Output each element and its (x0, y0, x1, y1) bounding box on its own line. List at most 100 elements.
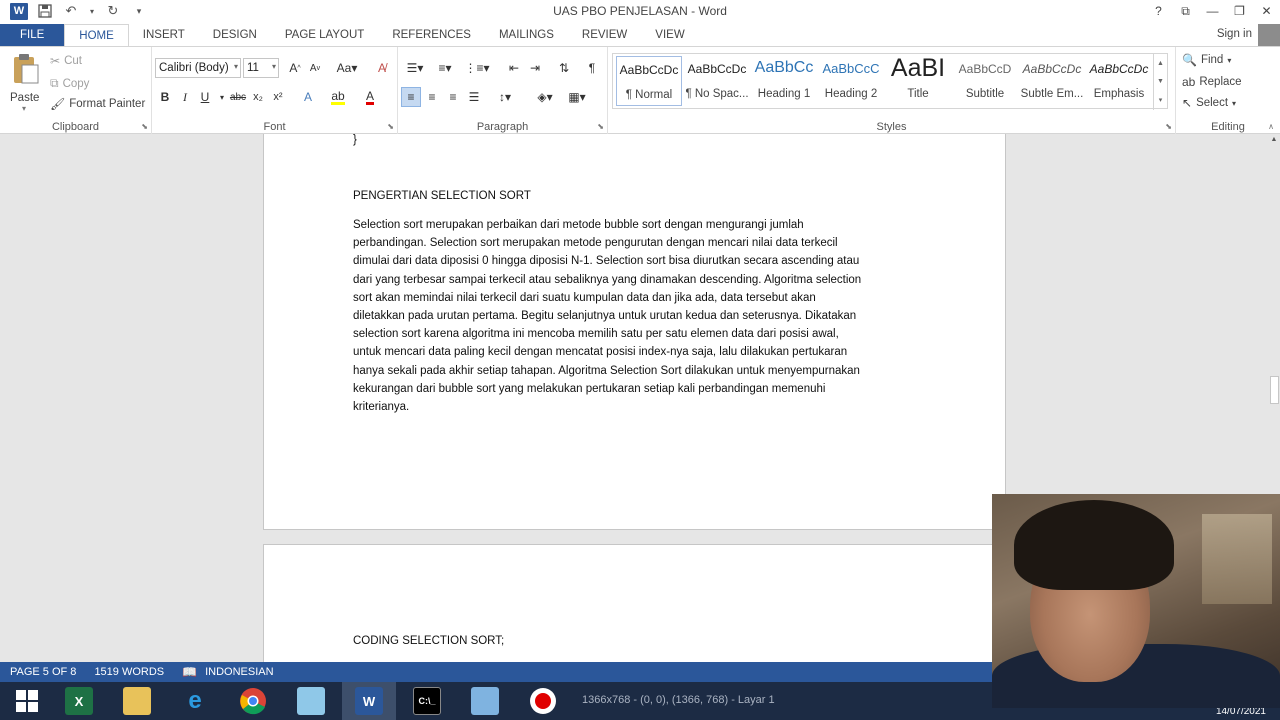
styles-launcher-icon[interactable]: ⬊ (1165, 122, 1172, 131)
taskbar-file-explorer[interactable] (110, 682, 164, 720)
scrollbar-thumb[interactable] (1270, 376, 1279, 404)
cut-button[interactable]: ✂ Cut (50, 54, 82, 68)
help-icon[interactable]: ? (1145, 0, 1172, 22)
find-button[interactable]: 🔍 Find ▾ (1182, 53, 1231, 67)
clipboard-launcher-icon[interactable]: ⬊ (141, 122, 148, 131)
grow-font-icon[interactable]: A ^ (285, 58, 305, 78)
tab-file[interactable]: FILE (0, 24, 65, 46)
style-title[interactable]: AaBI Title (885, 54, 951, 106)
style-normal[interactable]: AaBbCcDc ¶ Normal (616, 56, 682, 106)
gallery-more-icon[interactable]: ▾ (1159, 96, 1163, 104)
scroll-up-icon[interactable]: ▲ (1157, 60, 1164, 67)
highlight-icon[interactable]: ab (328, 87, 348, 107)
taskbar-notepad[interactable] (284, 682, 338, 720)
tab-references[interactable]: REFERENCES (378, 24, 485, 46)
font-name-combo[interactable]: Calibri (Body) ▾ (155, 58, 241, 78)
sign-in-link[interactable]: Sign in (1217, 28, 1252, 40)
ribbon-display-options-icon[interactable]: ⧉ (1172, 0, 1199, 22)
italic-icon[interactable]: I (175, 87, 195, 107)
document-page[interactable]: CODING SELECTION SORT; (263, 544, 1006, 662)
text-effects-icon[interactable]: A (298, 87, 318, 107)
internet-explorer-icon: e (188, 687, 202, 714)
paragraph: Selection sort merupakan perbaikan dari … (353, 216, 923, 416)
style-sample: AaBI (890, 54, 946, 82)
copy-button[interactable]: ⧉ Copy (50, 76, 89, 91)
align-right-icon[interactable]: ≡ (443, 87, 463, 107)
select-button[interactable]: ↖ Select ▾ (1182, 96, 1236, 110)
account-picture[interactable] (1258, 24, 1280, 46)
decrease-indent-icon[interactable]: ⇤ (504, 58, 524, 78)
align-center-icon[interactable]: ≡ (422, 87, 442, 107)
taskbar-recorder[interactable] (516, 682, 570, 720)
tab-design[interactable]: DESIGN (199, 24, 271, 46)
font-size-combo[interactable]: 11 ▾ (243, 58, 279, 78)
superscript-icon[interactable]: x² (268, 87, 288, 107)
taskbar-excel[interactable]: X (52, 682, 106, 720)
tab-home[interactable]: HOME (64, 24, 129, 46)
collapse-ribbon-icon[interactable]: ∧ (1268, 122, 1274, 131)
change-case-icon[interactable]: Aa▾ (333, 58, 361, 78)
shrink-font-icon[interactable]: Av (305, 58, 325, 78)
increase-indent-icon[interactable]: ⇥ (525, 58, 545, 78)
tab-page-layout[interactable]: PAGE LAYOUT (271, 24, 378, 46)
language-indicator[interactable]: INDONESIAN (205, 666, 273, 678)
binoculars-icon: 🔍 (1182, 53, 1197, 67)
show-formatting-marks-icon[interactable]: ¶ (582, 58, 602, 78)
style-subtle-emphasis[interactable]: AaBbCcDc Subtle Em... (1019, 56, 1085, 106)
recorder-status: 1366x768 - (0, 0), (1366, 768) - Layar 1 (582, 694, 775, 706)
section-heading: PENGERTIAN SELECTION SORT (353, 190, 531, 202)
style-sample: AaBbCcD (958, 62, 1012, 76)
scissors-icon: ✂ (50, 54, 61, 68)
style-heading-2[interactable]: AaBbCcC Heading 2 (818, 56, 884, 106)
restore-icon[interactable]: ❐ (1226, 0, 1253, 22)
minimize-icon[interactable]: — (1199, 0, 1226, 22)
font-color-icon[interactable]: A (360, 87, 380, 107)
style-no-spacing[interactable]: AaBbCcDc ¶ No Spac... (684, 56, 750, 106)
tab-review[interactable]: REVIEW (568, 24, 641, 46)
clear-formatting-icon[interactable]: A̸ (372, 58, 392, 78)
paste-button[interactable]: Paste ▾ (10, 53, 44, 113)
start-button[interactable] (0, 682, 54, 720)
style-sample: AaBbCcC (822, 61, 880, 76)
strikethrough-icon[interactable]: abc (228, 87, 248, 107)
paragraph-launcher-icon[interactable]: ⬊ (597, 122, 604, 131)
tab-mailings[interactable]: MAILINGS (485, 24, 568, 46)
paste-dropdown-icon[interactable]: ▾ (10, 104, 38, 113)
align-left-icon[interactable]: ≡ (401, 87, 421, 107)
style-subtitle[interactable]: AaBbCcD Subtitle (952, 56, 1018, 106)
style-heading-1[interactable]: AaBbCc Heading 1 (751, 56, 817, 106)
taskbar-command-prompt[interactable]: C:\_ (400, 682, 454, 720)
style-emphasis[interactable]: AaBbCcDc Emphasis (1086, 56, 1152, 106)
taskbar-virtualbox[interactable] (458, 682, 512, 720)
justify-icon[interactable]: ☰ (464, 87, 484, 107)
line-spacing-icon[interactable]: ↕▾ (492, 87, 518, 107)
font-launcher-icon[interactable]: ⬊ (387, 122, 394, 131)
word-count[interactable]: 1519 WORDS (94, 666, 164, 678)
subscript-icon[interactable]: x₂ (248, 87, 268, 107)
word-icon: W (355, 687, 383, 715)
scroll-up-icon[interactable]: ▲ (1269, 136, 1279, 146)
bold-icon[interactable]: B (155, 87, 175, 107)
tab-view[interactable]: VIEW (641, 24, 698, 46)
chevron-down-icon: ▾ (1227, 55, 1232, 65)
replace-button[interactable]: ab Replace (1182, 75, 1242, 89)
tab-insert[interactable]: INSERT (129, 24, 199, 46)
sort-icon[interactable]: ⇅ (554, 58, 574, 78)
page-count[interactable]: PAGE 5 OF 8 (10, 666, 76, 678)
document-page[interactable]: } PENGERTIAN SELECTION SORT Selection so… (263, 134, 1006, 530)
shading-icon[interactable]: ◈▾ (532, 87, 558, 107)
close-icon[interactable]: ✕ (1253, 0, 1280, 22)
numbering-icon[interactable]: ≡▾ (432, 58, 458, 78)
proofing-icon[interactable]: 📖 (182, 665, 197, 679)
multilevel-list-icon[interactable]: ⋮≡▾ (462, 58, 492, 78)
borders-icon[interactable]: ▦▾ (564, 87, 590, 107)
find-label: Find (1200, 54, 1224, 66)
styles-group-label: Styles (876, 121, 907, 133)
taskbar-chrome[interactable] (226, 682, 280, 720)
scroll-down-icon[interactable]: ▼ (1157, 78, 1164, 85)
taskbar-internet-explorer[interactable]: e (168, 682, 222, 720)
format-painter-button[interactable]: 🖌 Format Painter (50, 97, 145, 111)
bullets-icon[interactable]: ☰▾ (402, 58, 428, 78)
paragraph-line: selection sort karena algoritma ini menc… (353, 328, 839, 341)
taskbar-word[interactable]: W (342, 682, 396, 720)
